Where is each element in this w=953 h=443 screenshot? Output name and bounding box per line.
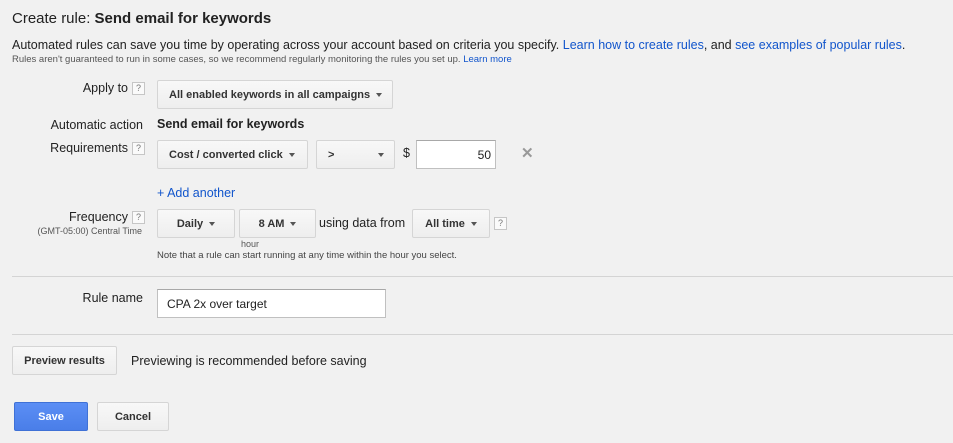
rule-name-label: Rule name (82, 291, 143, 305)
chevron-down-icon (288, 152, 295, 157)
section-divider (12, 334, 953, 335)
intro-text-1: Automated rules can save you time by ope… (12, 38, 563, 52)
frequency-label: Frequency (68, 210, 128, 224)
frequency-period-value: Daily (176, 217, 204, 230)
page-title: Create rule: Send email for keywords (12, 10, 271, 27)
cancel-button[interactable]: Cancel (97, 402, 169, 431)
apply-to-value: All enabled keywords in all campaigns (169, 88, 371, 101)
rule-name-input[interactable]: CPA 2x over target (157, 289, 386, 318)
frequency-note: Note that a rule can start running at an… (157, 250, 457, 261)
automatic-action-value: Send email for keywords (157, 117, 305, 131)
preview-results-button[interactable]: Preview results (12, 346, 117, 375)
add-another-link[interactable]: + Add another (157, 186, 235, 200)
requirements-label-row: Requirements? (50, 141, 145, 156)
data-range-value: All time (425, 217, 465, 230)
section-divider (12, 276, 953, 277)
intro-text-2: , and (703, 38, 736, 52)
using-data-text: using data from (319, 216, 406, 230)
apply-to-help-icon[interactable]: ? (132, 82, 145, 96)
frequency-period-dropdown[interactable]: Daily (157, 209, 235, 238)
intro-note: Rules aren't guaranteed to run in some c… (12, 54, 512, 65)
requirements-label: Requirements (50, 141, 128, 155)
currency-symbol: $ (403, 146, 410, 160)
frequency-label-row: Frequency? (68, 210, 145, 225)
chevron-down-icon (470, 221, 477, 226)
automatic-action-label: Automatic action (50, 118, 143, 132)
frequency-hour-value: 8 AM (258, 217, 285, 230)
preview-message: Previewing is recommended before saving (131, 354, 367, 368)
save-button[interactable]: Save (14, 402, 88, 431)
hour-caption: hour (240, 239, 259, 249)
apply-to-dropdown[interactable]: All enabled keywords in all campaigns (157, 80, 393, 109)
frequency-help-icon[interactable]: ? (132, 211, 145, 225)
learn-create-rules-link[interactable]: Learn how to create rules (563, 38, 704, 52)
chevron-down-icon (290, 221, 297, 226)
frequency-hour-dropdown[interactable]: 8 AM (239, 209, 316, 238)
chevron-down-icon (378, 152, 384, 157)
timezone-label: (GMT-05:00) Central Time (37, 226, 142, 236)
data-range-dropdown[interactable]: All time (412, 209, 490, 238)
intro-text-3: . (901, 38, 906, 52)
requirement-operator-dropdown[interactable]: > (316, 140, 395, 169)
requirement-metric-dropdown[interactable]: Cost / converted click (157, 140, 308, 169)
page-title-prefix: Create rule: (12, 10, 91, 27)
page-title-rule-type: Send email for keywords (94, 10, 272, 27)
apply-to-label-row: Apply to? (82, 81, 145, 96)
apply-to-label: Apply to (82, 81, 128, 95)
intro-description: Automated rules can save you time by ope… (12, 38, 905, 52)
learn-more-link[interactable]: Learn more (463, 54, 512, 65)
requirements-help-icon[interactable]: ? (132, 142, 145, 156)
requirement-operator-value: > (328, 148, 335, 161)
data-range-help-icon[interactable]: ? (494, 217, 507, 230)
requirement-amount-input[interactable]: 50 (416, 140, 496, 169)
remove-requirement-icon[interactable]: ✕ (521, 144, 534, 162)
chevron-down-icon (376, 92, 383, 97)
popular-rules-link[interactable]: see examples of popular rules (735, 38, 902, 52)
chevron-down-icon (209, 221, 216, 226)
intro-note-text: Rules aren't guaranteed to run in some c… (12, 54, 464, 65)
requirement-metric-value: Cost / converted click (169, 148, 283, 161)
